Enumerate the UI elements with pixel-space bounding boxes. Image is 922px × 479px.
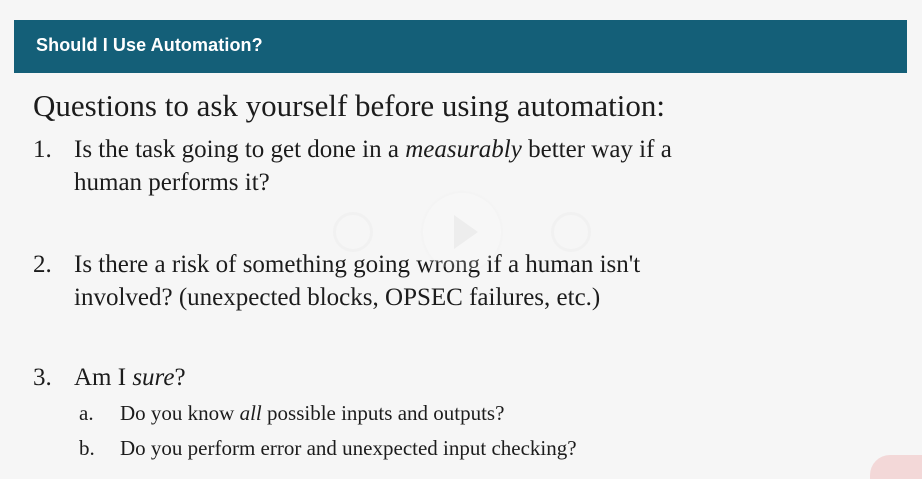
sub-item-text: Do you know all possible inputs and outp… xyxy=(120,398,504,428)
text-segment: better way if a xyxy=(521,136,672,163)
question-number: 1. xyxy=(33,136,52,163)
sub-item-text: Do you perform error and unexpected inpu… xyxy=(120,436,577,460)
question-text: Is the task going to get done in a measu… xyxy=(74,133,834,199)
emphasis-text: sure xyxy=(132,364,175,391)
question-number: 3. xyxy=(33,364,52,391)
slide-heading: Questions to ask yourself before using a… xyxy=(33,88,665,123)
forward-icon[interactable] xyxy=(551,212,591,252)
text-segment: possible inputs and outputs? xyxy=(261,401,505,425)
emphasis-text: measurably xyxy=(405,136,522,163)
sub-item-letter: a. xyxy=(79,401,94,425)
slide-title: Should I Use Automation? xyxy=(36,35,263,55)
rewind-icon[interactable] xyxy=(333,212,373,252)
question-number: 2. xyxy=(33,251,52,278)
sub-item-letter: b. xyxy=(79,436,95,460)
slide-header: Should I Use Automation? xyxy=(14,20,907,73)
text-segment: Do you know xyxy=(120,401,240,425)
corner-logo xyxy=(870,455,922,479)
text-segment: Is the task going to get done in a xyxy=(74,136,406,163)
play-icon[interactable] xyxy=(423,193,501,271)
question-text: Am I sure? xyxy=(74,361,834,394)
question-line: Is the task going to get done in a measu… xyxy=(74,133,834,166)
text-segment: Am I xyxy=(74,364,133,391)
question-line: involved? (unexpected blocks, OPSEC fail… xyxy=(74,284,601,311)
emphasis-text: all xyxy=(239,401,262,425)
text-segment: ? xyxy=(174,364,186,391)
